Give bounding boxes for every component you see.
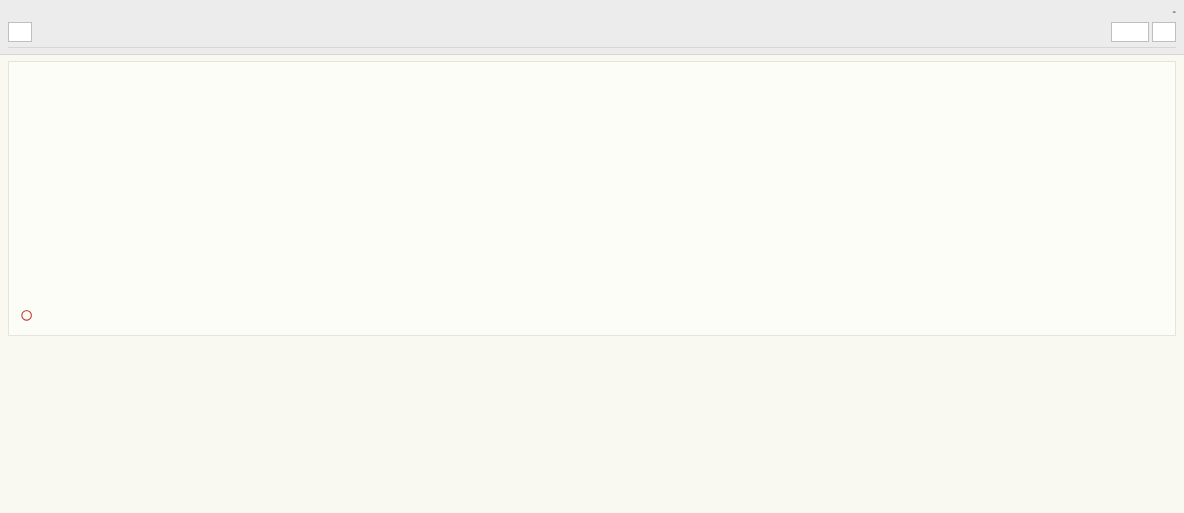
nav-center-button[interactable] xyxy=(1111,22,1149,42)
date-range: - xyxy=(1172,6,1176,18)
trigger-icon: ◯ xyxy=(21,310,32,321)
chart-panel: ◯ xyxy=(8,61,1176,336)
nav-prev-button[interactable] xyxy=(8,22,32,42)
chart-plot xyxy=(62,72,1122,302)
footer-text xyxy=(13,321,1171,329)
nav-next-button[interactable] xyxy=(1152,22,1176,42)
trigger-line: ◯ xyxy=(21,310,1171,321)
toolbar: - xyxy=(0,0,1184,55)
